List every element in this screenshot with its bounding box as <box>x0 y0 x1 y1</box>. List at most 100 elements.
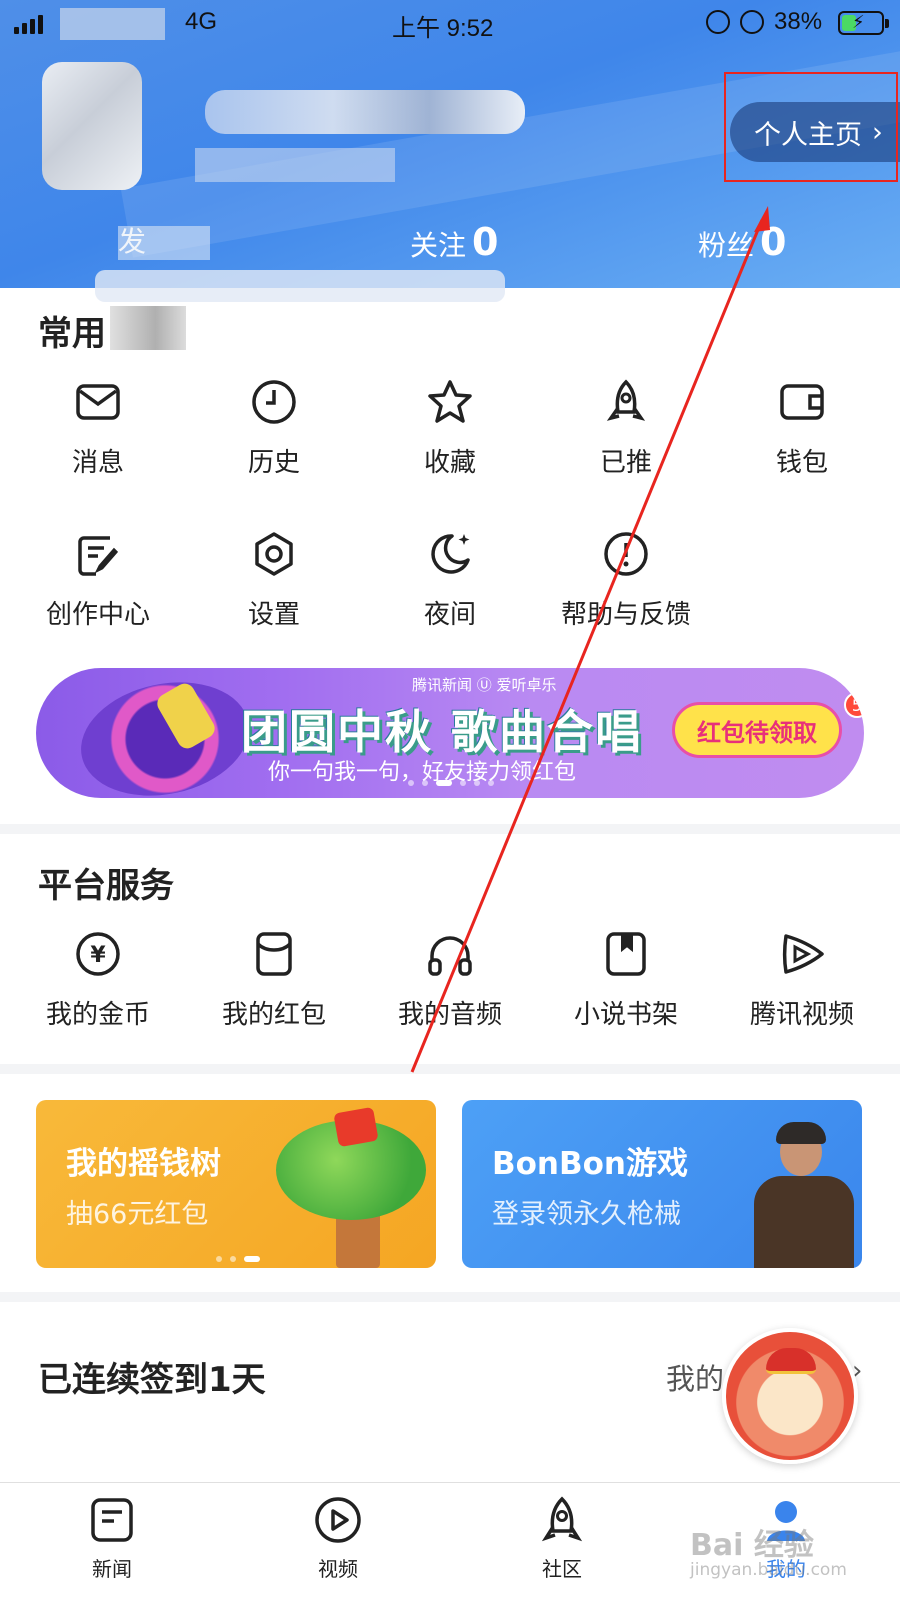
moon-icon <box>431 534 470 574</box>
stat-fans[interactable]: 粉丝 0 <box>698 220 786 264</box>
grid-item-label: 历史 <box>247 448 300 478</box>
banner-record-graphic <box>70 668 260 798</box>
community-icon <box>541 1496 583 1542</box>
username-blurred <box>205 90 525 134</box>
promo-banner[interactable]: 腾讯新闻 Ⓤ 爱听卓乐 团圆中秋 歌曲合唱 你一句我一句，好友接力领红包 红包待… <box>36 668 864 798</box>
status-bar: 4G 上午 9:52 38% ⚡ <box>0 0 900 46</box>
wallet-icon <box>780 384 824 420</box>
grid-item-label: 小说书架 <box>573 1000 678 1030</box>
grid-item-history[interactable]: 历史 <box>194 378 354 479</box>
platform-section-title: 平台服务 <box>38 866 174 906</box>
title-blurred <box>110 306 186 350</box>
red-envelope-icon <box>256 932 292 976</box>
character-hair-graphic <box>776 1122 826 1144</box>
video-icon <box>315 1497 361 1543</box>
tab-news[interactable]: 新闻 <box>52 1495 172 1582</box>
alarm-icon <box>740 10 764 34</box>
stat-fans-count: 0 <box>760 220 787 264</box>
signal-icon <box>14 15 43 34</box>
grid-item-novel-shelf[interactable]: 小说书架 <box>546 930 706 1031</box>
grid-item-favorites[interactable]: 收藏 <box>370 378 530 479</box>
stat-follow-label: 关注 <box>410 229 467 262</box>
bonbon-subtitle: 登录领永久枪械 <box>492 1199 681 1230</box>
rocket-icon <box>606 379 646 421</box>
grid-item-help-feedback[interactable]: 帮助与反馈 <box>546 530 706 631</box>
grid-item-label: 我的金币 <box>45 1000 150 1030</box>
carrier-name-blurred <box>60 8 165 40</box>
clock-icon <box>252 380 296 424</box>
grid-item-settings[interactable]: 设置 <box>194 530 354 631</box>
grid-item-label: 钱包 <box>775 448 828 478</box>
character-body-graphic <box>754 1176 854 1268</box>
grid-item-night-mode[interactable]: 夜间 <box>370 530 530 631</box>
grid-item-label: 我的红包 <box>221 1000 326 1030</box>
grid-item-tencent-video[interactable]: 腾讯视频 <box>722 930 882 1031</box>
header-overflow-blur <box>95 270 505 302</box>
grid-item-label: 消息 <box>71 448 124 478</box>
stat-fans-label: 粉丝 <box>698 229 755 262</box>
banner-badge: 5 <box>844 692 864 718</box>
annotation-highlight-box <box>724 72 898 182</box>
tab-label: 社区 <box>542 1557 582 1581</box>
bookmark-icon <box>606 932 646 976</box>
tab-label: 新闻 <box>92 1557 132 1581</box>
grid-item-label: 帮助与反馈 <box>560 600 691 630</box>
money-tree-card[interactable]: 我的摇钱树 抽66元红包 <box>36 1100 436 1268</box>
mail-icon <box>76 384 120 420</box>
tencent-video-icon <box>782 934 824 974</box>
headphones-icon <box>428 936 472 976</box>
stat-follow-count: 0 <box>472 220 499 264</box>
gear-icon <box>255 532 293 576</box>
user-subtitle-blurred <box>195 148 395 182</box>
help-icon <box>604 532 648 576</box>
banner-pagination <box>408 780 494 786</box>
grid-item-label: 腾讯视频 <box>749 1000 854 1030</box>
stat-posts-blurred <box>118 226 210 260</box>
grid-item-label: 已推 <box>599 448 652 478</box>
money-tree-subtitle: 抽66元红包 <box>66 1199 209 1230</box>
watermark: Bai 经验 <box>690 1528 814 1563</box>
grid-item-wallet[interactable]: 钱包 <box>722 378 882 479</box>
network-type: 4G <box>185 8 218 35</box>
coin-icon: ¥ <box>76 932 120 976</box>
bonbon-game-card[interactable]: BonBon游戏 登录领永久枪械 <box>462 1100 862 1268</box>
watermark-url: jingyan.baidu.com <box>690 1560 847 1580</box>
banner-headline: 团圆中秋 歌曲合唱 <box>241 705 644 759</box>
grid-item-label: 创作中心 <box>45 600 150 630</box>
mascot-floating-button[interactable] <box>722 1328 858 1464</box>
common-section-title: 常用 <box>38 314 106 354</box>
claim-red-envelope-button[interactable]: 红包待领取 <box>672 702 842 758</box>
signin-streak-title: 已连续签到1天 <box>38 1360 266 1400</box>
grid-item-label: 收藏 <box>423 448 476 478</box>
grid-item-label: 我的音频 <box>397 1000 502 1030</box>
tab-label: 视频 <box>318 1557 358 1581</box>
grid-item-label: 设置 <box>247 600 300 630</box>
money-tree-title: 我的摇钱树 <box>66 1146 221 1182</box>
grid-item-my-red-envelopes[interactable]: 我的红包 <box>194 930 354 1031</box>
claim-red-envelope-label: 红包待领取 <box>697 718 817 747</box>
orientation-lock-icon <box>706 10 730 34</box>
grid-item-messages[interactable]: 消息 <box>18 378 178 479</box>
grid-item-label: 夜间 <box>423 600 476 630</box>
clock: 上午 9:52 <box>392 15 494 42</box>
star-icon <box>428 380 472 423</box>
banner-logos: 腾讯新闻 Ⓤ 爱听卓乐 <box>412 676 557 694</box>
tab-video[interactable]: 视频 <box>278 1495 398 1582</box>
grid-item-creator-center[interactable]: 创作中心 <box>18 530 178 631</box>
bonbon-title: BonBon游戏 <box>492 1146 688 1182</box>
profile-header: 4G 上午 9:52 38% ⚡ 个人主页 › 发 关注 0 粉丝 0 <box>0 0 900 288</box>
grid-item-my-coins[interactable]: ¥ 我的金币 <box>18 930 178 1031</box>
stat-follow[interactable]: 关注 0 <box>410 220 498 264</box>
promo-pagination <box>216 1256 260 1262</box>
signin-my-link[interactable]: 我的 <box>666 1356 724 1398</box>
avatar[interactable] <box>42 62 142 190</box>
svg-text:¥: ¥ <box>90 943 106 968</box>
tab-community[interactable]: 社区 <box>502 1495 622 1582</box>
mascot-hat-graphic <box>766 1348 816 1374</box>
grid-item-pushed[interactable]: 已推 <box>546 378 706 479</box>
red-envelope-graphic <box>333 1106 379 1148</box>
grid-item-my-audio[interactable]: 我的音频 <box>370 930 530 1031</box>
news-icon <box>91 1498 133 1542</box>
edit-icon <box>78 536 119 576</box>
battery-icon: ⚡ <box>838 11 889 35</box>
